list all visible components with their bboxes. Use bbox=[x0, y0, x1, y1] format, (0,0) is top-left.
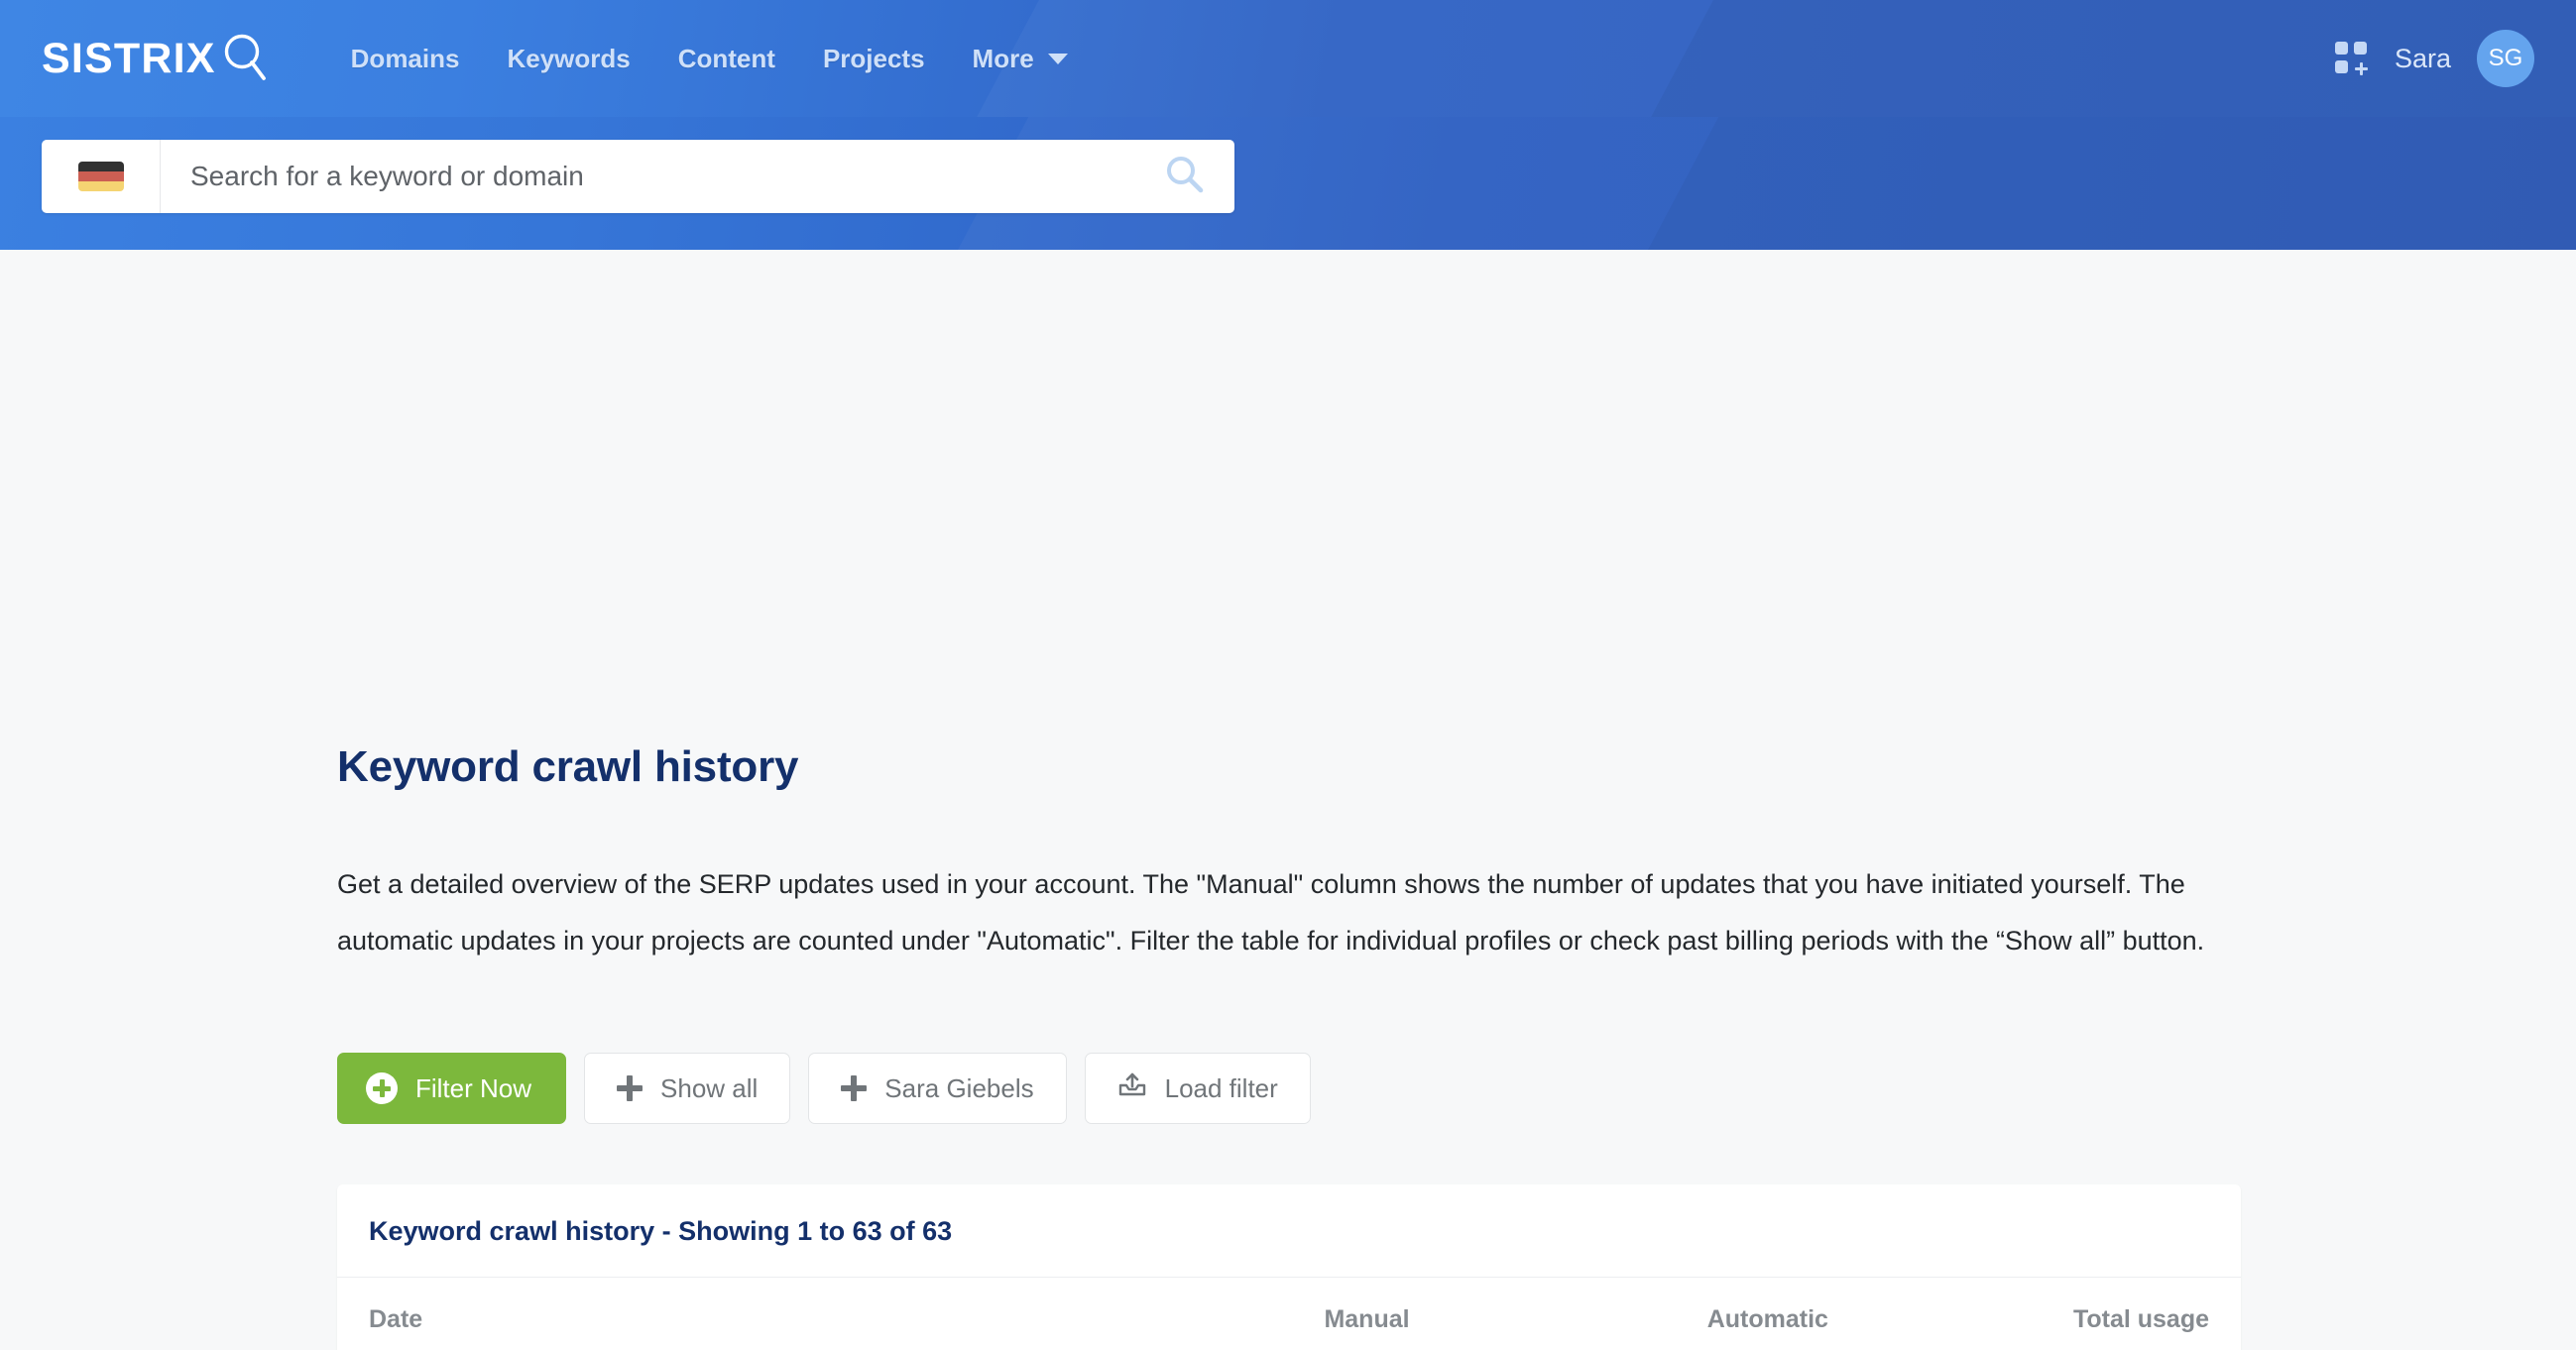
nav-item-projects[interactable]: Projects bbox=[799, 32, 949, 86]
column-header-manual[interactable]: Manual bbox=[1022, 1278, 1442, 1350]
apps-grid-add-icon[interactable] bbox=[2334, 42, 2369, 75]
magnifier-icon bbox=[222, 33, 268, 87]
search-submit-button[interactable] bbox=[1135, 140, 1234, 213]
nav-item-domains[interactable]: Domains bbox=[327, 32, 484, 86]
plus-icon bbox=[617, 1075, 644, 1101]
profile-filter-button[interactable]: Sara Giebels bbox=[808, 1053, 1067, 1124]
avatar[interactable]: SG bbox=[2477, 30, 2534, 87]
load-filter-button-label: Load filter bbox=[1164, 1072, 1278, 1103]
table-header: Date Manual Automatic Total usage bbox=[337, 1278, 2241, 1350]
keyword-crawl-history-table: Date Manual Automatic Total usage 30.06.… bbox=[337, 1278, 2241, 1350]
user-name-label[interactable]: Sara bbox=[2395, 44, 2451, 74]
nav-item-content[interactable]: Content bbox=[654, 32, 799, 86]
page-title: Keyword crawl history bbox=[337, 742, 799, 791]
main-nav-links: Domains Keywords Content Projects More bbox=[327, 32, 1092, 86]
plus-icon bbox=[841, 1075, 868, 1101]
filter-now-button-label: Filter Now bbox=[415, 1072, 532, 1103]
filter-now-button[interactable]: Filter Now bbox=[337, 1053, 567, 1124]
plus-circle-icon bbox=[366, 1072, 398, 1104]
column-header-automatic[interactable]: Automatic bbox=[1441, 1278, 1860, 1350]
page-description: Get a detailed overview of the SERP upda… bbox=[337, 869, 2205, 956]
sistrix-logo[interactable]: SISTRIX bbox=[42, 31, 268, 87]
nav-item-more[interactable]: More bbox=[949, 32, 1092, 86]
show-all-button[interactable]: Show all bbox=[584, 1053, 791, 1124]
load-filter-button[interactable]: Load filter bbox=[1084, 1053, 1311, 1124]
nav-right-cluster: Sara SG bbox=[2334, 30, 2534, 87]
nav-item-keywords[interactable]: Keywords bbox=[483, 32, 653, 86]
logo-wordmark: SISTRIX bbox=[42, 34, 216, 82]
keyword-crawl-history-card: Keyword crawl history - Showing 1 to 63 … bbox=[337, 1184, 2241, 1350]
country-selector[interactable] bbox=[42, 140, 161, 213]
chevron-down-icon bbox=[1047, 53, 1068, 64]
table-header-row: Date Manual Automatic Total usage bbox=[337, 1278, 2241, 1350]
nav-item-more-label: More bbox=[972, 43, 1034, 73]
search-input[interactable] bbox=[161, 140, 1135, 213]
profile-filter-button-label: Sara Giebels bbox=[884, 1072, 1034, 1103]
de-flag-icon bbox=[77, 162, 124, 191]
top-navigation-bar: SISTRIX Domains Keywords Content Project… bbox=[0, 0, 2576, 117]
column-header-total-usage[interactable]: Total usage bbox=[1859, 1278, 2241, 1350]
column-header-date[interactable]: Date bbox=[337, 1278, 1023, 1350]
search-icon bbox=[1164, 154, 1206, 200]
global-search-bar bbox=[42, 140, 1234, 213]
show-all-button-label: Show all bbox=[660, 1072, 759, 1103]
upload-tray-icon bbox=[1117, 1071, 1147, 1106]
filter-button-row: Filter Now Show all Sara Giebels Load fi… bbox=[337, 1053, 1311, 1124]
table-caption: Keyword crawl history - Showing 1 to 63 … bbox=[337, 1184, 2241, 1278]
